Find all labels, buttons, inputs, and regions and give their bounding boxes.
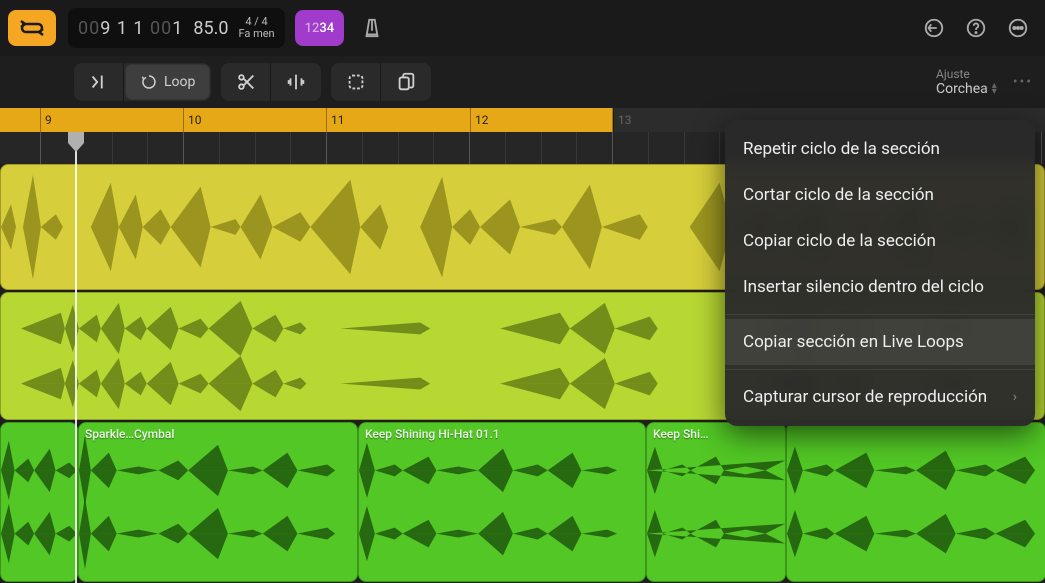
- count-in-button[interactable]: 1234: [295, 10, 345, 46]
- menu-capture-playhead[interactable]: Capturar cursor de reproducción ›: [725, 374, 1035, 420]
- position-display: 009 1 1 001: [78, 18, 183, 39]
- lcd-display[interactable]: 009 1 1 001 85.0 4 / 4 Fa men: [68, 8, 285, 48]
- ruler-tick: 13: [613, 108, 632, 132]
- cycle-range[interactable]: [0, 108, 613, 132]
- metronome-button[interactable]: [352, 10, 392, 46]
- loop-tool-label: Loop: [164, 74, 195, 90]
- menu-repeat-cycle[interactable]: Repetir ciclo de la sección: [725, 126, 1035, 172]
- menu-insert-silence[interactable]: Insertar silencio dentro del ciclo: [725, 264, 1035, 310]
- snap-value: Corchea: [936, 81, 988, 97]
- audio-region-green[interactable]: [786, 422, 1045, 582]
- menu-cut-cycle[interactable]: Cortar ciclo de la sección: [725, 172, 1035, 218]
- help-button[interactable]: [957, 9, 995, 47]
- loop-tool-button[interactable]: Loop: [126, 65, 209, 99]
- more-button[interactable]: [999, 9, 1037, 47]
- audio-region-green[interactable]: [0, 422, 78, 582]
- transport-bar: 009 1 1 001 85.0 4 / 4 Fa men 1234: [0, 0, 1045, 56]
- cycle-button[interactable]: [8, 10, 56, 46]
- audio-region-green[interactable]: Keep Shi…: [646, 422, 786, 582]
- scissors-button[interactable]: [221, 63, 271, 101]
- timesig-key-display[interactable]: 4 / 4 Fa men: [238, 16, 274, 40]
- edit-toolbar: Loop Ajuste Corchea ▴▾ •••: [0, 56, 1045, 108]
- snap-label: Ajuste: [936, 67, 970, 81]
- undo-button[interactable]: [915, 9, 953, 47]
- context-menu: Repetir ciclo de la sección Cortar ciclo…: [725, 120, 1035, 426]
- insert-marker-button[interactable]: [74, 63, 124, 101]
- ruler-tick: 9: [40, 108, 52, 132]
- copy-button[interactable]: [381, 63, 431, 101]
- split-button[interactable]: [271, 63, 321, 101]
- toolbar-more-button[interactable]: •••: [1013, 74, 1033, 90]
- chevron-updown-icon: ▴▾: [992, 83, 997, 95]
- playhead-line: [75, 132, 77, 583]
- menu-copy-cycle[interactable]: Copiar ciclo de la sección: [725, 218, 1035, 264]
- menu-copy-live-loops[interactable]: Copiar sección en Live Loops: [725, 319, 1035, 365]
- audio-region-green[interactable]: Keep Shining Hi-Hat 01.1: [358, 422, 646, 582]
- snap-selector[interactable]: Ajuste Corchea ▴▾: [936, 67, 1003, 97]
- playhead[interactable]: [68, 132, 84, 152]
- ruler-tick: 11: [326, 108, 345, 132]
- audio-region-green[interactable]: Sparkle…Cymbal: [78, 422, 358, 582]
- tempo-display[interactable]: 85.0: [193, 18, 228, 39]
- marquee-button[interactable]: [331, 63, 381, 101]
- chevron-right-icon: ›: [1013, 389, 1017, 405]
- ruler-tick: 10: [183, 108, 202, 132]
- ruler-tick: 12: [470, 108, 489, 132]
